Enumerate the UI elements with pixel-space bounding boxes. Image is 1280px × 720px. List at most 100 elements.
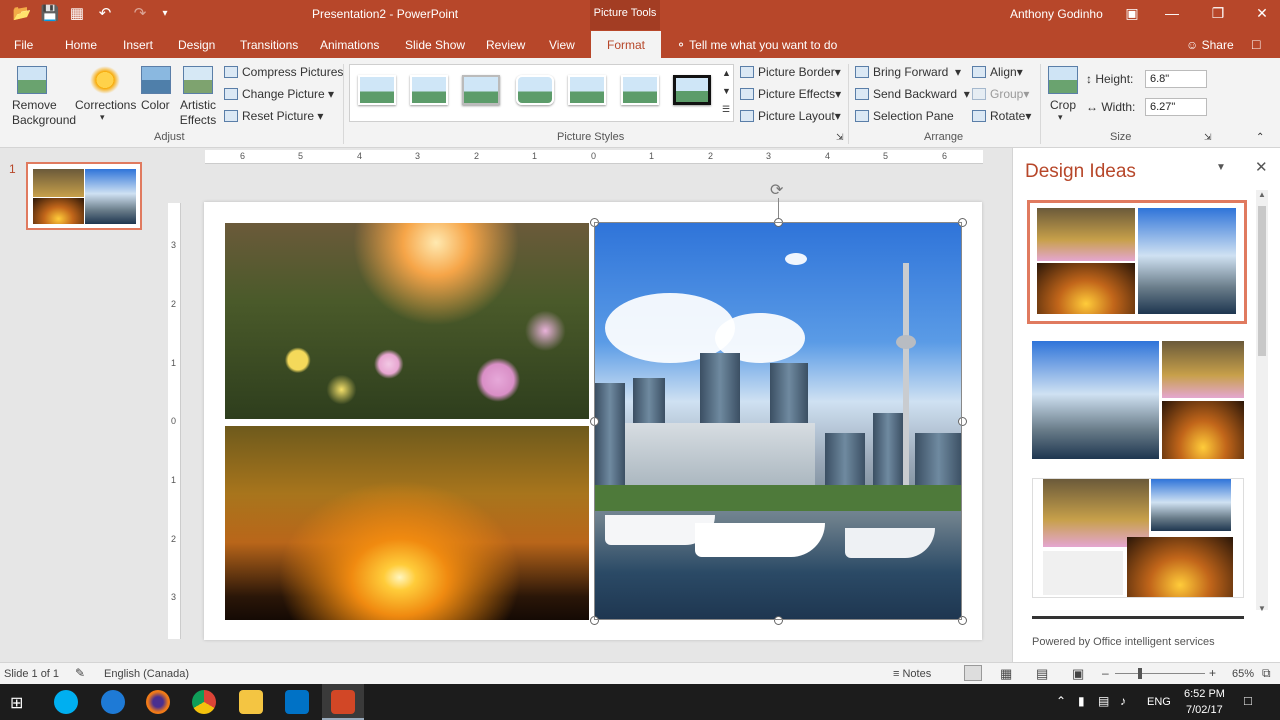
format-picture-launcher-icon[interactable]: ⇲ <box>836 132 844 143</box>
design-idea-3[interactable] <box>1032 478 1244 598</box>
gallery-scroll-down-icon[interactable]: ▼ <box>722 86 731 96</box>
outlook-icon[interactable] <box>285 690 309 714</box>
picture-style-option[interactable] <box>358 75 396 105</box>
change-picture-button[interactable]: Change Picture ▾ <box>224 87 334 101</box>
normal-view-icon[interactable] <box>964 665 982 681</box>
reset-picture-button[interactable]: Reset Picture ▾ <box>224 109 323 123</box>
scroll-down-icon[interactable]: ▼ <box>1258 604 1266 613</box>
corrections-dropdown-icon[interactable]: ▾ <box>100 112 105 123</box>
picture-border-button[interactable]: Picture Border▾ <box>740 65 841 79</box>
artistic-effects-button[interactable]: Artistic Effects <box>178 98 218 128</box>
compress-pictures-button[interactable]: Compress Pictures <box>224 65 343 79</box>
action-center-icon[interactable]: □ <box>1244 693 1252 708</box>
tab-format[interactable]: Format <box>591 31 661 59</box>
save-icon[interactable]: 💾 <box>40 6 60 22</box>
artistic-effects-icon[interactable] <box>183 66 213 94</box>
chrome-icon[interactable] <box>192 690 216 714</box>
redo-icon[interactable]: ↷ <box>130 6 150 22</box>
network-icon[interactable]: ▤ <box>1098 694 1109 708</box>
tab-review[interactable]: Review <box>486 38 525 52</box>
gallery-scroll-up-icon[interactable]: ▲ <box>722 68 731 78</box>
flowers-photo[interactable] <box>225 223 589 419</box>
scroll-up-icon[interactable]: ▲ <box>1258 190 1266 199</box>
corrections-sun-icon[interactable] <box>90 66 120 94</box>
picture-style-option[interactable] <box>568 75 606 105</box>
battery-icon[interactable]: ▮ <box>1078 694 1085 708</box>
windows-start-icon[interactable]: ⊞ <box>10 693 23 713</box>
reading-view-icon[interactable]: ▤ <box>1036 666 1048 682</box>
rotate-handle-icon[interactable]: ⟳ <box>770 180 783 200</box>
clock-date[interactable]: 7/02/17 <box>1186 704 1223 716</box>
file-explorer-icon[interactable] <box>239 690 263 714</box>
remove-background-button[interactable]: Remove Background <box>12 98 76 128</box>
customize-qat-icon[interactable]: ▾ <box>155 6 175 22</box>
collapse-ribbon-icon[interactable]: ⌃ <box>1256 132 1264 143</box>
volume-icon[interactable]: ♪ <box>1120 694 1126 708</box>
tab-view[interactable]: View <box>549 38 575 52</box>
edge-icon[interactable] <box>101 690 125 714</box>
corrections-button[interactable]: Corrections <box>75 98 136 112</box>
color-button[interactable]: Color <box>141 98 170 112</box>
close-pane-icon[interactable]: ✕ <box>1255 158 1268 176</box>
color-icon[interactable] <box>141 66 171 94</box>
clock-time[interactable]: 6:52 PM <box>1184 688 1225 700</box>
height-input[interactable]: 6.8" <box>1145 70 1207 88</box>
pane-options-icon[interactable]: ▼ <box>1216 162 1226 173</box>
picture-style-option[interactable] <box>516 75 554 105</box>
zoom-level[interactable]: 65% <box>1232 668 1254 680</box>
comments-icon[interactable]: □ <box>1252 36 1260 52</box>
undo-icon[interactable]: ↶ <box>95 6 115 22</box>
zoom-out-icon[interactable]: – <box>1102 666 1109 680</box>
language-indicator[interactable]: English (Canada) <box>104 668 189 680</box>
picture-style-option[interactable] <box>673 75 711 105</box>
crop-button[interactable]: Crop <box>1050 98 1076 112</box>
spell-check-icon[interactable]: ✎ <box>75 666 85 680</box>
tab-design[interactable]: Design <box>178 38 215 52</box>
width-input[interactable]: 6.27" <box>1145 98 1207 116</box>
design-idea-2[interactable] <box>1032 341 1244 459</box>
tab-transitions[interactable]: Transitions <box>240 38 298 52</box>
maximize-icon[interactable]: ❐ <box>1206 5 1230 22</box>
input-language[interactable]: ENG <box>1147 696 1171 708</box>
user-name[interactable]: Anthony Godinho <box>1010 7 1103 21</box>
close-icon[interactable]: ✕ <box>1250 5 1274 22</box>
ribbon-display-options-icon[interactable]: ▣ <box>1120 5 1144 22</box>
picture-style-option[interactable] <box>410 75 448 105</box>
notes-button[interactable]: ≡ Notes <box>893 668 931 680</box>
align-button[interactable]: Align▾ <box>972 65 1023 79</box>
firefox-icon[interactable] <box>146 690 170 714</box>
save-as-icon[interactable]: ▦ <box>67 6 87 22</box>
picture-effects-button[interactable]: Picture Effects▾ <box>740 87 841 101</box>
rotate-button[interactable]: Rotate▾ <box>972 109 1031 123</box>
crop-dropdown-icon[interactable]: ▾ <box>1058 112 1063 123</box>
powerpoint-icon[interactable] <box>331 690 355 714</box>
size-launcher-icon[interactable]: ⇲ <box>1204 132 1212 143</box>
group-button[interactable]: Group▾ <box>972 87 1029 101</box>
slide-thumbnail[interactable] <box>26 162 142 230</box>
tab-file[interactable]: File <box>14 38 33 52</box>
minimize-icon[interactable]: — <box>1160 5 1184 21</box>
tab-home[interactable]: Home <box>65 38 97 52</box>
picture-layout-button[interactable]: Picture Layout▾ <box>740 109 841 123</box>
picture-style-option[interactable] <box>462 75 500 105</box>
tab-animations[interactable]: Animations <box>320 38 379 52</box>
tab-insert[interactable]: Insert <box>123 38 153 52</box>
tab-slide-show[interactable]: Slide Show <box>405 38 465 52</box>
bring-forward-button[interactable]: Bring Forward ▾ <box>855 65 961 79</box>
picture-style-option[interactable] <box>621 75 659 105</box>
remove-background-icon[interactable] <box>17 66 47 94</box>
zoom-in-icon[interactable]: + <box>1209 666 1216 680</box>
open-folder-icon[interactable]: 📂 <box>12 6 32 22</box>
slide-sorter-icon[interactable]: ▦ <box>1000 666 1012 682</box>
gallery-more-icon[interactable]: ☰ <box>722 104 730 115</box>
share-button[interactable]: ☺ Share <box>1186 38 1234 52</box>
zoom-slider-thumb[interactable] <box>1138 668 1142 679</box>
show-hidden-icons[interactable]: ⌃ <box>1056 694 1066 708</box>
fit-slide-icon[interactable]: ⧉ <box>1262 666 1271 681</box>
pane-scrollbar-thumb[interactable] <box>1258 206 1266 356</box>
sunset-photo[interactable] <box>225 426 589 620</box>
design-idea-1[interactable] <box>1027 200 1247 324</box>
slide-show-icon[interactable]: ▣ <box>1072 666 1084 682</box>
tell-me-search[interactable]: ⚬ Tell me what you want to do <box>676 38 837 52</box>
crop-icon[interactable] <box>1048 66 1078 94</box>
